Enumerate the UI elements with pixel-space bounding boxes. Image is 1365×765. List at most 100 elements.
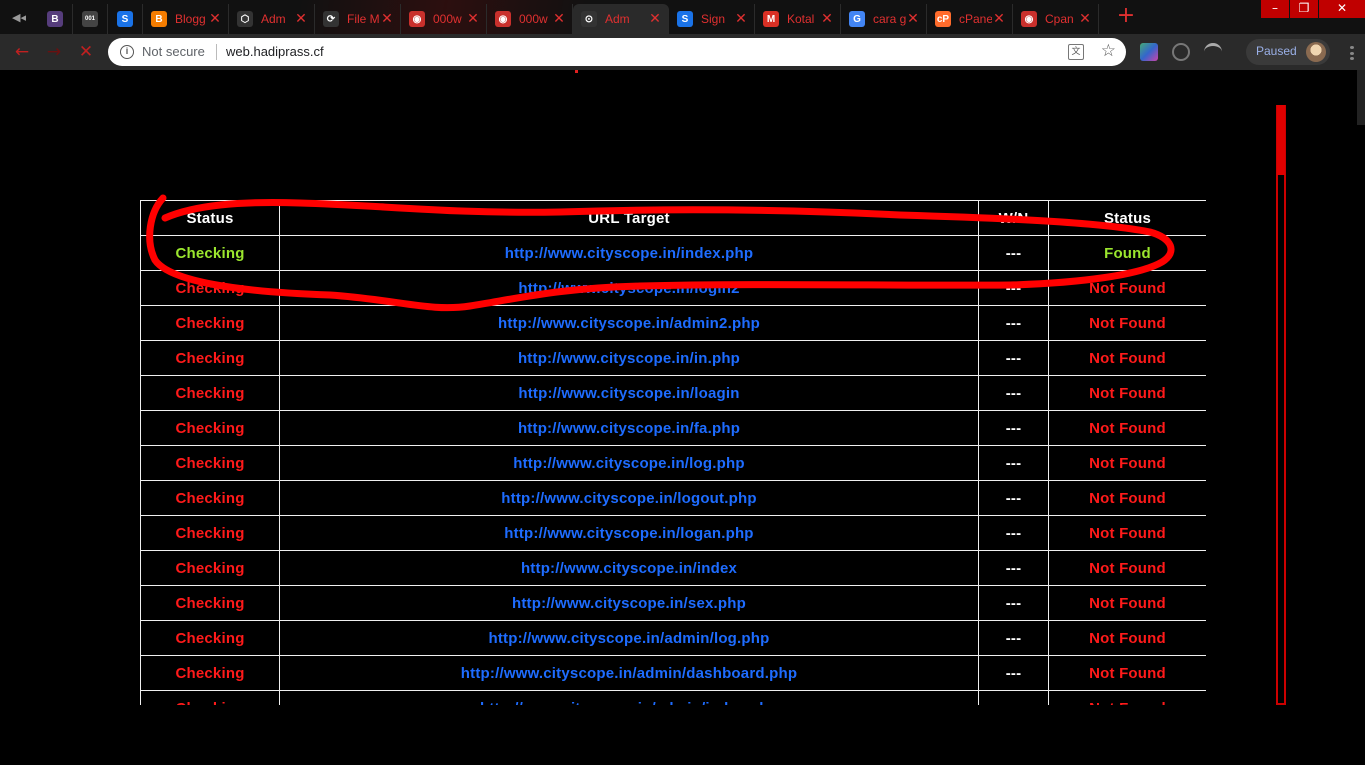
row-url-link[interactable]: http://www.cityscope.in/logout.php — [279, 480, 979, 516]
row-wn-cell: --- — [978, 655, 1049, 691]
row-url-link[interactable]: http://www.cityscope.in/fa.php — [279, 410, 979, 446]
window-controls: – ❐ ✕ — [1260, 0, 1365, 18]
row-wn-cell: --- — [978, 270, 1049, 306]
forward-button[interactable]: → — [44, 42, 64, 62]
row-status-cell: Checking — [140, 480, 280, 516]
tab-close-icon[interactable]: ✕ — [992, 11, 1006, 27]
close-window-button[interactable]: ✕ — [1319, 0, 1365, 18]
tab[interactable]: cP cPane ✕ — [927, 4, 1013, 34]
row-result-cell: Not Found — [1048, 585, 1206, 621]
column-header-status: Status — [140, 200, 280, 236]
tab-close-icon[interactable]: ✕ — [294, 11, 308, 27]
tab-close-icon[interactable]: ✕ — [734, 11, 748, 27]
table-row: Checking http://www.cityscope.in/admin2.p… — [140, 305, 1206, 341]
row-result-cell: Not Found — [1048, 410, 1206, 446]
table-header-row: Status URL Target W/N Status — [140, 200, 1206, 236]
tab[interactable]: S — [108, 4, 143, 34]
tab-close-icon[interactable]: ✕ — [208, 11, 222, 27]
info-icon[interactable]: i — [120, 45, 134, 59]
tab[interactable]: S Sign ✕ — [669, 4, 755, 34]
row-status-cell: Checking — [140, 655, 280, 691]
row-url-link[interactable]: http://www.cityscope.in/log.php — [279, 445, 979, 481]
more-menu-icon[interactable] — [1350, 46, 1354, 60]
back-button[interactable]: ← — [12, 42, 32, 62]
row-result-cell: Not Found — [1048, 445, 1206, 481]
table-row: Checking http://www.cityscope.in/log.php -… — [140, 445, 1206, 481]
tab-close-icon[interactable]: ✕ — [466, 11, 480, 27]
cpanel-icon: cP — [935, 11, 951, 27]
row-url-link[interactable]: http://www.cityscope.in/admin/dashboard.… — [279, 655, 979, 691]
table-row: Checkinghttp://www.cityscope.in/admin/in… — [140, 690, 1206, 705]
tab-close-icon[interactable]: ✕ — [906, 11, 920, 27]
tab[interactable]: Gcara g ✕ — [841, 4, 927, 34]
row-status-cell: Checking — [140, 410, 280, 446]
tab-audio[interactable]: ◀◂ — [0, 0, 38, 34]
tab[interactable]: M Kotal ✕ — [755, 4, 841, 34]
tab[interactable]: B Blogg ✕ — [143, 4, 229, 34]
row-result-cell: Not Found — [1048, 550, 1206, 586]
stop-loading-button[interactable]: ✕ — [76, 42, 96, 62]
tab[interactable]: 001 — [73, 4, 108, 34]
extension-circle-icon[interactable] — [1172, 43, 1190, 61]
results-scrollbar[interactable] — [1276, 105, 1286, 705]
row-url-link[interactable]: http://www.cityscope.in/sex.php — [279, 585, 979, 621]
loading-accent — [575, 70, 578, 73]
row-wn-cell: --- — [978, 305, 1049, 341]
tab-close-icon[interactable]: ✕ — [820, 11, 834, 27]
profile-button[interactable]: Paused — [1246, 39, 1330, 65]
row-status-cell: Checking — [140, 515, 280, 551]
page-scrollbar-thumb[interactable] — [1357, 70, 1365, 125]
row-url-link[interactable]: http://www.cityscope.in/index — [279, 550, 979, 586]
tab[interactable]: ⊙ Adm ✕ — [573, 4, 669, 34]
row-status-cell: Checking — [140, 270, 280, 306]
avatar — [1306, 42, 1326, 62]
row-url-link[interactable]: http://www.cityscope.in/in.php — [279, 340, 979, 376]
tab-title: Kotal — [787, 12, 815, 26]
extension-arc-icon[interactable] — [1204, 43, 1222, 61]
tab-close-icon[interactable]: ✕ — [648, 11, 662, 27]
speaker-muted-icon[interactable]: ◀◂ — [8, 8, 30, 26]
row-url-link[interactable]: http://www.cityscope.in/admin/log.php — [279, 620, 979, 656]
tab[interactable]: ◉ Cpan ✕ — [1013, 4, 1099, 34]
table-row: Checking http://www.cityscope.in/login2 --… — [140, 270, 1206, 306]
results-scrollbar-thumb[interactable] — [1277, 105, 1285, 175]
tab-title: Blogg — [175, 12, 206, 26]
bookmark-star-icon[interactable]: ☆ — [1101, 41, 1116, 61]
tab-close-icon[interactable]: ✕ — [380, 11, 394, 27]
row-url-link[interactable]: http://www.cityscope.in/logan.php — [279, 515, 979, 551]
table-row: Checking http://www.cityscope.in/logout.p… — [140, 480, 1206, 516]
row-url-link[interactable]: http://www.cityscope.in/login2 — [279, 270, 979, 306]
new-tab-button[interactable]: + — [1113, 4, 1139, 30]
tab[interactable]: ⬡ Adm ✕ — [229, 4, 315, 34]
row-status-cell: Checking — [140, 620, 280, 656]
row-url-link[interactable]: http://www.cityscope.in/admin2.php — [279, 305, 979, 341]
tab-close-icon[interactable]: ✕ — [552, 11, 566, 27]
row-result-cell: Not Found — [1048, 270, 1206, 306]
url-text[interactable]: web.hadiprass.cf — [226, 44, 324, 59]
google-icon: G — [849, 11, 865, 27]
address-bar[interactable]: i Not secure web.hadiprass.cf 文 ☆ — [108, 38, 1126, 66]
tab[interactable]: ◉ 000w ✕ — [401, 4, 487, 34]
extension-colorpicker-icon[interactable] — [1140, 43, 1158, 61]
maximize-button[interactable]: ❐ — [1290, 0, 1318, 18]
minimize-button[interactable]: – — [1261, 0, 1289, 18]
tab[interactable]: ◉ 000w ✕ — [487, 4, 573, 34]
row-result-cell: Not Found — [1048, 340, 1206, 376]
tab[interactable]: ⟳ File M ✕ — [315, 4, 401, 34]
tab-close-icon[interactable]: ✕ — [1078, 11, 1092, 27]
row-wn-cell: --- — [978, 410, 1049, 446]
row-wn-cell: --- — [978, 550, 1049, 586]
row-url-link[interactable]: http://www.cityscope.in/index.php — [279, 235, 979, 271]
security-label[interactable]: Not secure — [142, 44, 205, 59]
row-url-link[interactable]: http://www.cityscope.in/admin/index.php — [279, 690, 979, 705]
translate-icon[interactable]: 文 — [1068, 44, 1084, 60]
tab-title: Adm — [261, 12, 286, 26]
tab-list: ◀◂ B 001 S B Blogg ✕ ⬡ Adm ✕ ⟳ File M ✕ ◉ 000w ✕ ◉ 000w ✕… — [0, 0, 1099, 34]
row-url-link[interactable]: http://www.cityscope.in/loagin — [279, 375, 979, 411]
row-status-cell: Checking — [140, 305, 280, 341]
table-row: Checking http://www.cityscope.in/in.php --… — [140, 340, 1206, 376]
page-content: Status URL Target W/N Status Checking htt… — [0, 70, 1365, 765]
row-status-cell: Checking — [140, 550, 280, 586]
column-header-wn: W/N — [978, 200, 1049, 236]
tab[interactable]: B — [38, 4, 73, 34]
